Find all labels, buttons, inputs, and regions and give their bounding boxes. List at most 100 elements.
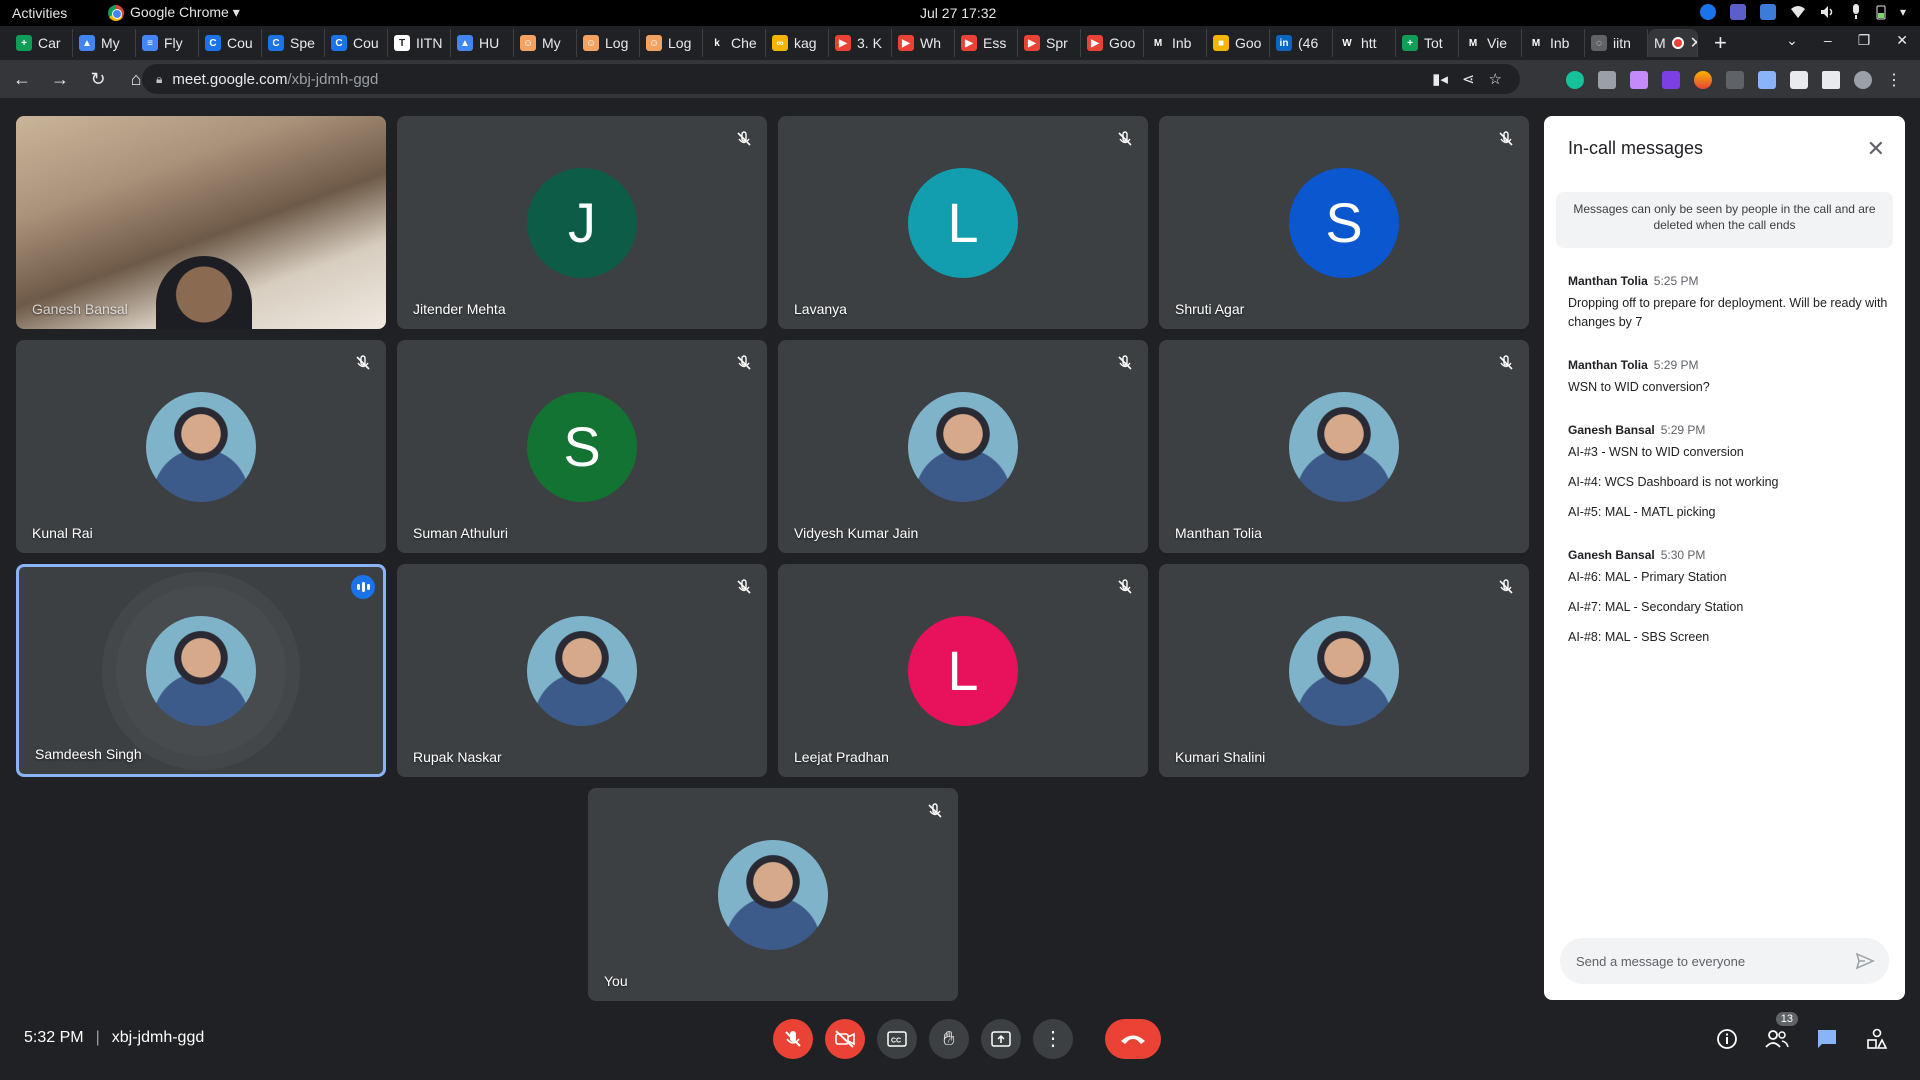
participant-tile[interactable]: Kumari Shalini [1159, 564, 1529, 777]
back-icon[interactable]: ← [6, 69, 38, 90]
shield-extension-icon[interactable] [1758, 71, 1776, 89]
camera-in-use-icon[interactable]: ▮◂ [1432, 70, 1448, 88]
browser-tab[interactable]: ■ Goo [1207, 29, 1270, 57]
participant-avatar: L [908, 615, 1018, 726]
activities-button[interactable]: Activities [12, 5, 67, 21]
close-window-button[interactable]: ✕ [1896, 32, 1908, 49]
meeting-details-button[interactable] [1714, 1026, 1740, 1052]
address-bar[interactable]: 🔒︎ meet.google.com /xbj-jdmh-ggd ▮◂ ⋖ ☆ [142, 64, 1520, 94]
vpn-shield-icon[interactable] [1759, 4, 1776, 20]
chrome-menu-icon[interactable]: ⋮ [1886, 70, 1902, 90]
system-tray[interactable]: ▾ [1699, 4, 1906, 20]
bookmark-star-icon[interactable]: ☆ [1489, 70, 1502, 88]
purple-extension-icon[interactable] [1662, 71, 1680, 89]
browser-tab[interactable]: ▶ Goo [1081, 29, 1144, 57]
volume-icon[interactable] [1820, 5, 1836, 19]
forward-icon[interactable]: → [44, 69, 76, 90]
participant-tile[interactable]: You [588, 788, 958, 1001]
browser-tab[interactable]: ▶ Wh [892, 29, 955, 57]
close-panel-icon[interactable]: ✕ [1867, 136, 1885, 162]
leave-call-button[interactable] [1105, 1019, 1161, 1059]
browser-tab[interactable]: M Vie [1459, 29, 1522, 57]
participant-tile[interactable]: Manthan Tolia [1159, 340, 1529, 553]
participant-name: Lavanya [794, 301, 847, 317]
browser-tab[interactable]: M Inb [1522, 29, 1585, 57]
participant-tile[interactable]: Samdeesh Singh [16, 564, 386, 777]
participant-tile[interactable]: S Shruti Agar [1159, 116, 1529, 329]
messenger-icon[interactable] [1699, 4, 1716, 20]
participant-tile[interactable]: L Lavanya [778, 116, 1148, 329]
browser-tab[interactable]: in (46 [1270, 29, 1333, 57]
browser-tab[interactable]: Whtt [1333, 29, 1396, 57]
microphone-icon[interactable] [1850, 4, 1862, 20]
maximize-button[interactable]: ❐ [1858, 32, 1871, 49]
send-icon[interactable] [1855, 951, 1875, 971]
system-clock[interactable]: Jul 27 17:32 [920, 5, 996, 21]
extensions-puzzle-icon[interactable] [1790, 71, 1808, 89]
chat-message-input[interactable] [1576, 953, 1846, 969]
browser-tab[interactable]: ◌ iitn [1585, 29, 1648, 57]
browser-tab[interactable]: ≡ Fly [136, 29, 199, 57]
meeting-code[interactable]: xbj-jdmh-ggd [112, 1029, 204, 1047]
participant-tile[interactable]: J Jitender Mehta [397, 116, 767, 329]
message-group: Manthan Tolia 5:29 PM WSN to WID conversio… [1568, 358, 1888, 397]
new-tab-button[interactable]: + [1714, 30, 1727, 56]
pen-extension-icon[interactable] [1630, 71, 1648, 89]
participant-tile[interactable]: Vidyesh Kumar Jain [778, 340, 1148, 553]
wifi-icon[interactable] [1790, 5, 1806, 19]
browser-tab[interactable]: M✕ [1648, 29, 1698, 57]
participant-tile[interactable]: L Leejat Pradhan [778, 564, 1148, 777]
browser-tab[interactable]: ☺ My [514, 29, 577, 57]
browser-tab[interactable]: k Che [703, 29, 766, 57]
browser-tab[interactable]: T IITN [388, 29, 451, 57]
activities-panel-button[interactable] [1864, 1026, 1890, 1052]
chat-button[interactable] [1814, 1026, 1840, 1052]
browser-tab[interactable]: + Tot [1396, 29, 1459, 57]
browser-tab[interactable]: C Cou [199, 29, 262, 57]
browser-tab[interactable]: C Spe [262, 29, 325, 57]
browser-tab[interactable]: ∞ kag [766, 29, 829, 57]
participant-tile[interactable]: Kunal Rai [16, 340, 386, 553]
camera-toggle-button[interactable] [825, 1019, 865, 1059]
reload-icon[interactable]: ↻ [82, 69, 114, 90]
browser-tab[interactable]: M Inb [1144, 29, 1207, 57]
battery-icon[interactable] [1876, 4, 1886, 20]
captions-button[interactable]: CC [877, 1019, 917, 1059]
profile-avatar[interactable] [1854, 71, 1872, 89]
browser-tab[interactable]: ▶ 3. K [829, 29, 892, 57]
muted-mic-icon [352, 352, 374, 374]
chat-input-box[interactable] [1560, 938, 1889, 984]
more-options-button[interactable]: ⋮ [1033, 1019, 1073, 1059]
browser-tab[interactable]: ☺ Log [577, 29, 640, 57]
lock-icon[interactable]: 🔒︎ [156, 72, 162, 87]
raise-hand-button[interactable]: ✋︎ [929, 1019, 969, 1059]
present-screen-button[interactable] [981, 1019, 1021, 1059]
browser-tab[interactable]: + Car [10, 29, 73, 57]
power-menu-icon[interactable]: ▾ [1900, 5, 1906, 19]
teams-icon[interactable] [1729, 4, 1746, 20]
participant-tile[interactable]: Ganesh Bansal [16, 116, 386, 329]
browser-tab[interactable]: C Cou [325, 29, 388, 57]
participant-tile[interactable]: Rupak Naskar [397, 564, 767, 777]
heart-extension-icon[interactable] [1694, 71, 1712, 89]
browser-tab[interactable]: ▲ My [73, 29, 136, 57]
browser-tab[interactable]: ▲ HU [451, 29, 514, 57]
participant-tile[interactable]: S Suman Athuluri [397, 340, 767, 553]
tab-favicon-icon: ▲ [79, 35, 95, 51]
minimize-button[interactable]: – [1824, 32, 1832, 49]
browser-tab[interactable]: ▶ Ess [955, 29, 1018, 57]
participant-avatar [146, 391, 256, 502]
share-icon[interactable]: ⋖ [1462, 70, 1475, 88]
people-button[interactable]: 13 [1764, 1012, 1798, 1052]
app-menu[interactable]: Google Chrome ▾ [108, 4, 240, 21]
grammarly-icon[interactable] [1566, 71, 1584, 89]
participant-name: You [604, 973, 628, 989]
close-tab-icon[interactable]: ✕ [1690, 33, 1697, 53]
browser-tab[interactable]: ▶ Spr [1018, 29, 1081, 57]
screenshot-extension-icon[interactable] [1598, 71, 1616, 89]
tab-search-icon[interactable]: ⌄ [1786, 32, 1798, 49]
flag-extension-icon[interactable] [1726, 71, 1744, 89]
microphone-toggle-button[interactable] [773, 1019, 813, 1059]
browser-tab[interactable]: ☺ Log [640, 29, 703, 57]
side-panel-icon[interactable] [1822, 71, 1840, 89]
